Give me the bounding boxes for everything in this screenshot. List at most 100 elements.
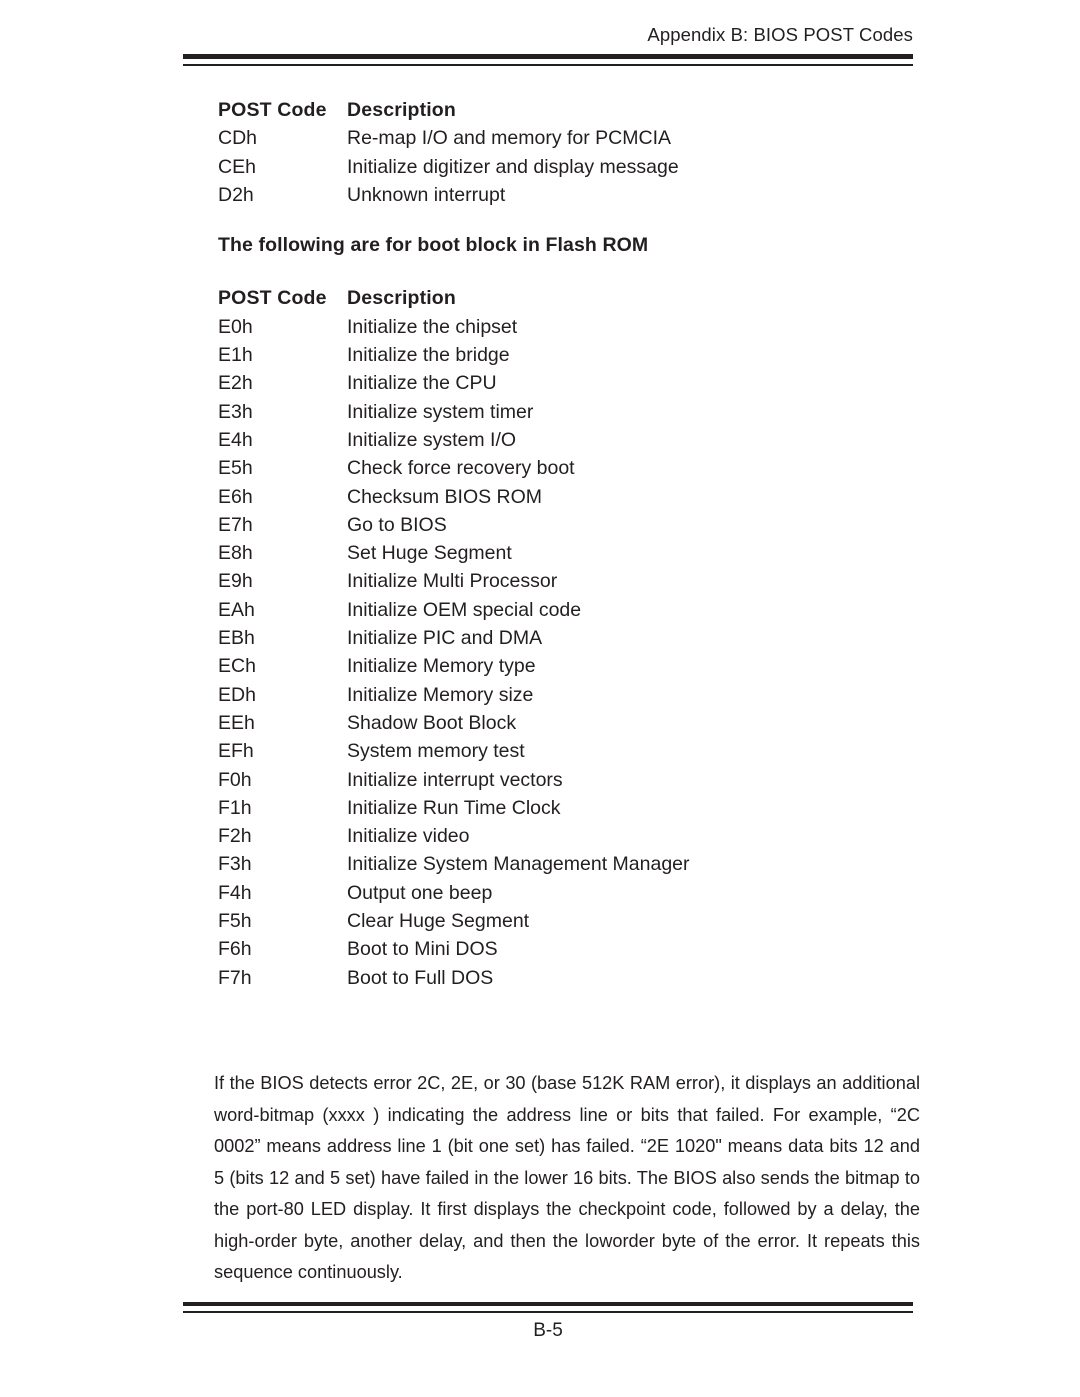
- table-row: ECh Initialize Memory type: [218, 652, 918, 680]
- cell-post-code: F0h: [218, 768, 252, 791]
- column-header-description: Description: [347, 99, 456, 121]
- cell-post-code: E2h: [218, 372, 253, 395]
- cell-post-code: EAh: [218, 598, 255, 621]
- page-header: Appendix B: BIOS POST Codes: [183, 24, 913, 46]
- table-row: EAh Initialize OEM special code: [218, 596, 918, 624]
- table-row: E0h Initialize the chipset: [218, 313, 918, 341]
- cell-post-code: E4h: [218, 428, 253, 451]
- cell-description: Initialize digitizer and display message: [347, 155, 679, 178]
- cell-description: System memory test: [347, 740, 525, 763]
- page-content: POST Code Description CDh Re-map I/O and…: [218, 96, 958, 992]
- cell-description: Initialize Memory type: [347, 655, 536, 678]
- footer-rule-thick: [183, 1302, 913, 1306]
- footer-rule-thin: [183, 1311, 913, 1313]
- column-header-description: Description: [347, 287, 456, 310]
- table-row: E9h Initialize Multi Processor: [218, 567, 918, 595]
- cell-description: Initialize Memory size: [347, 683, 534, 706]
- table-row: F3h Initialize System Management Manager: [218, 850, 918, 878]
- cell-description: Shadow Boot Block: [347, 711, 517, 734]
- table-row: F7h Boot to Full DOS: [218, 964, 918, 992]
- cell-post-code: CEh: [218, 155, 256, 178]
- table-row: E5h Check force recovery boot: [218, 454, 918, 482]
- cell-post-code: E1h: [218, 344, 253, 367]
- table-row: EEh Shadow Boot Block: [218, 709, 918, 737]
- table-row: D2h Unknown interrupt: [218, 181, 918, 209]
- cell-post-code: E3h: [218, 400, 253, 423]
- cell-description: Checksum BIOS ROM: [347, 485, 543, 508]
- table-row: F4h Output one beep: [218, 879, 918, 907]
- cell-post-code: F7h: [218, 966, 252, 989]
- table-row: E6h Checksum BIOS ROM: [218, 483, 918, 511]
- table-row: E2h Initialize the CPU: [218, 369, 918, 397]
- cell-description: Check force recovery boot: [347, 457, 575, 480]
- table-row: F6h Boot to Mini DOS: [218, 935, 918, 963]
- post-code-table-one: POST Code Description CDh Re-map I/O and…: [218, 96, 918, 209]
- post-code-table-two-body: POST Code Description E0h Initialize the…: [218, 284, 918, 991]
- cell-post-code: F3h: [218, 853, 252, 876]
- cell-description: Set Huge Segment: [347, 542, 512, 565]
- cell-post-code: E6h: [218, 485, 253, 508]
- header-rule-thick: [183, 54, 913, 59]
- table-row: EFh System memory test: [218, 737, 918, 765]
- cell-post-code: D2h: [218, 183, 254, 206]
- column-header-post-code: POST Code: [218, 287, 327, 310]
- table-row: E7h Go to BIOS: [218, 511, 918, 539]
- table-row: E8h Set Huge Segment: [218, 539, 918, 567]
- cell-description: Initialize video: [347, 825, 470, 848]
- cell-description: Clear Huge Segment: [347, 910, 530, 933]
- cell-post-code: ECh: [218, 655, 256, 678]
- cell-post-code: F2h: [218, 825, 252, 848]
- cell-post-code: F1h: [218, 796, 252, 819]
- cell-post-code: E9h: [218, 570, 253, 593]
- cell-post-code: E0h: [218, 315, 253, 338]
- table-row: F2h Initialize video: [218, 822, 918, 850]
- cell-description: Initialize the CPU: [347, 372, 497, 395]
- cell-description: Initialize OEM special code: [347, 598, 582, 621]
- cell-description: Unknown interrupt: [347, 183, 506, 206]
- table-header-row: POST Code Description: [218, 284, 918, 312]
- cell-post-code: F6h: [218, 938, 252, 961]
- table-row: F1h Initialize Run Time Clock: [218, 794, 918, 822]
- table-row: E3h Initialize system timer: [218, 398, 918, 426]
- cell-post-code: F5h: [218, 910, 252, 933]
- cell-post-code: E5h: [218, 457, 253, 480]
- cell-post-code: CDh: [218, 127, 258, 150]
- cell-description: Initialize PIC and DMA: [347, 627, 543, 650]
- table-row: F0h Initialize interrupt vectors: [218, 766, 918, 794]
- cell-post-code: EEh: [218, 711, 255, 734]
- cell-post-code: EDh: [218, 683, 256, 706]
- cell-description: Output one beep: [347, 881, 493, 904]
- table-row: EDh Initialize Memory size: [218, 681, 918, 709]
- table-row: EBh Initialize PIC and DMA: [218, 624, 918, 652]
- table-header-row: POST Code Description: [218, 96, 918, 124]
- cell-description: Initialize interrupt vectors: [347, 768, 563, 791]
- cell-description: Initialize the bridge: [347, 344, 510, 367]
- cell-post-code: EBh: [218, 627, 255, 650]
- cell-post-code: EFh: [218, 740, 254, 763]
- cell-description: Initialize Run Time Clock: [347, 796, 561, 819]
- cell-description: Boot to Full DOS: [347, 966, 494, 989]
- table-row: CDh Re-map I/O and memory for PCMCIA: [218, 124, 918, 152]
- cell-description: Initialize system I/O: [347, 428, 517, 451]
- table-row: E4h Initialize system I/O: [218, 426, 918, 454]
- cell-description: Boot to Mini DOS: [347, 938, 498, 961]
- running-head-text: Appendix B: BIOS POST Codes: [647, 24, 913, 45]
- post-code-table-two: POST Code Description E0h Initialize the…: [218, 284, 918, 991]
- cell-description: Initialize System Management Manager: [347, 853, 690, 876]
- header-rule-thin: [183, 64, 913, 66]
- cell-description: Initialize Multi Processor: [347, 570, 558, 593]
- cell-post-code: E8h: [218, 542, 253, 565]
- column-header-post-code: POST Code: [218, 99, 327, 121]
- table-row: CEh Initialize digitizer and display mes…: [218, 153, 918, 181]
- cell-post-code: F4h: [218, 881, 252, 904]
- cell-description: Initialize system timer: [347, 400, 534, 423]
- error-bitmap-note: If the BIOS detects error 2C, 2E, or 30 …: [214, 1073, 920, 1282]
- section-heading: The following are for boot block in Flas…: [218, 234, 649, 257]
- cell-description: Re-map I/O and memory for PCMCIA: [347, 127, 671, 150]
- table-row: E1h Initialize the bridge: [218, 341, 918, 369]
- table-row: F5h Clear Huge Segment: [218, 907, 918, 935]
- cell-description: Initialize the chipset: [347, 315, 518, 338]
- page-number: B-5: [533, 1320, 563, 1341]
